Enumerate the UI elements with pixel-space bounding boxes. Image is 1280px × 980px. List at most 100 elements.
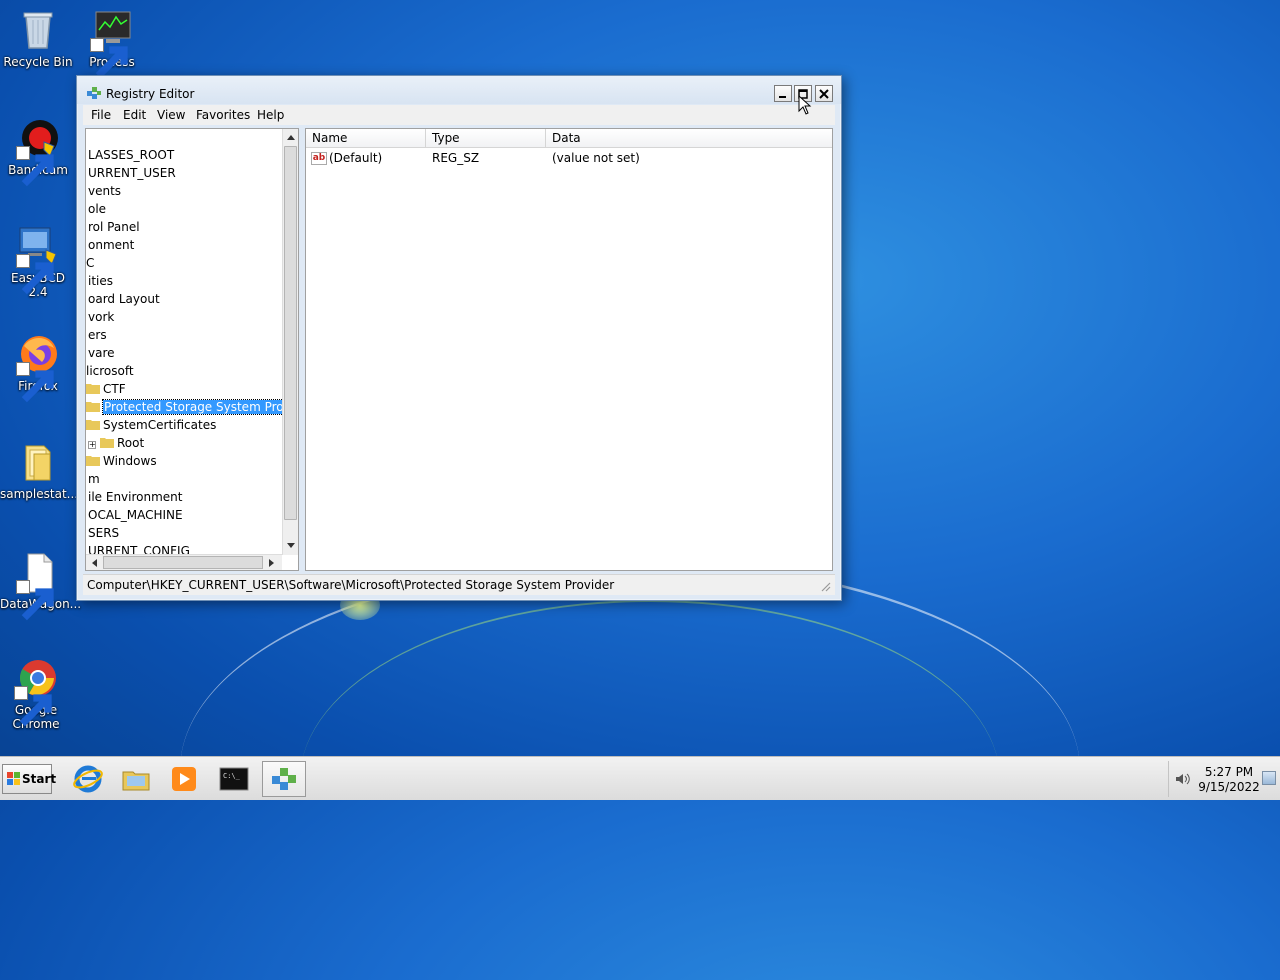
desktop-icon-label: Recycle Bin	[3, 55, 73, 69]
desktop-icon-chrome[interactable]: Google Chrome	[0, 656, 72, 731]
column-type[interactable]: Type	[426, 129, 546, 148]
chrome-icon	[14, 656, 58, 727]
tree-item[interactable]: vents	[88, 182, 121, 200]
close-button[interactable]	[815, 85, 833, 102]
tree-item-root[interactable]: + Root	[88, 434, 144, 452]
tree-vertical-scrollbar[interactable]	[282, 129, 298, 555]
shortcut-arrow-icon	[16, 580, 54, 621]
tree-item[interactable]: vare	[88, 344, 115, 362]
file-icon	[16, 550, 60, 621]
scroll-down-arrow-icon[interactable]	[283, 538, 298, 554]
monitor-icon	[90, 8, 134, 79]
system-clock[interactable]: 5:27 PM 9/15/2022	[1196, 765, 1262, 795]
scroll-thumb[interactable]	[284, 146, 297, 520]
show-desktop-button[interactable]	[1262, 771, 1276, 785]
desktop-icon-easybcd[interactable]: EasyBCD 2.4	[0, 224, 76, 299]
status-bar: Computer\HKEY_CURRENT_USER\Software\Micr…	[83, 574, 835, 595]
registry-editor-window[interactable]: Registry Editor File Edit View Favorites…	[76, 75, 842, 601]
folder-open-icon	[86, 402, 100, 412]
tree-item-windows[interactable]: Windows	[86, 452, 157, 470]
resize-grip-icon[interactable]	[819, 580, 831, 592]
minimize-icon	[779, 95, 786, 98]
media-player-icon	[172, 767, 196, 791]
list-header: Name Type Data	[306, 129, 832, 148]
tree-item[interactable]: LASSES_ROOT	[88, 146, 174, 164]
shortcut-arrow-icon	[14, 686, 52, 727]
desktop-icon-samplestat[interactable]: samplestat...	[0, 440, 78, 501]
menu-help[interactable]: Help	[257, 108, 284, 122]
menu-file[interactable]: File	[91, 108, 111, 122]
scroll-up-arrow-icon[interactable]	[283, 129, 298, 145]
windows-logo-icon	[7, 772, 20, 785]
tree-item[interactable]: vork	[88, 308, 114, 326]
menu-favorites[interactable]: Favorites	[196, 108, 250, 122]
tree-item-systemcertificates[interactable]: SystemCertificates	[86, 416, 216, 434]
title-bar[interactable]: Registry Editor	[77, 76, 841, 104]
table-row[interactable]: ab (Default) REG_SZ (value not set)	[306, 149, 832, 167]
tree-item[interactable]: URRENT_USER	[88, 164, 176, 182]
scroll-right-arrow-icon[interactable]	[264, 555, 280, 570]
menu-edit[interactable]: Edit	[123, 108, 146, 122]
mouse-cursor-icon	[798, 95, 812, 115]
internet-explorer-icon	[73, 765, 103, 793]
values-list[interactable]: Name Type Data ab (Default) REG_SZ (valu…	[305, 128, 833, 571]
registry-tree[interactable]: LASSES_ROOT URRENT_USER vents ole rol Pa…	[85, 128, 299, 571]
volume-icon[interactable]	[1174, 771, 1190, 787]
value-name: (Default)	[329, 151, 383, 165]
menu-view[interactable]: View	[157, 108, 185, 122]
shortcut-arrow-icon	[16, 362, 54, 403]
desktop-icon-recycle-bin[interactable]: Recycle Bin	[0, 8, 76, 69]
clock-date: 9/15/2022	[1198, 780, 1260, 794]
easybcd-icon	[16, 224, 60, 295]
svg-text:C:\_: C:\_	[223, 772, 241, 780]
value-type: REG_SZ	[432, 151, 480, 165]
tree-item[interactable]: rol Panel	[88, 218, 140, 236]
tree-item[interactable]: m	[88, 470, 100, 488]
expand-icon[interactable]: +	[88, 441, 96, 449]
taskbar-media-player[interactable]	[162, 761, 206, 797]
column-name[interactable]: Name	[306, 129, 426, 148]
start-button[interactable]: Start	[2, 764, 56, 794]
desktop-icon-datawagon[interactable]: DataWagon...	[0, 550, 81, 621]
string-value-icon: ab	[311, 152, 327, 165]
command-prompt-icon: C:\_	[219, 767, 249, 791]
tree-item[interactable]: C	[86, 254, 94, 272]
desktop-icon-process[interactable]: Process	[74, 8, 150, 79]
tree-item[interactable]: ers	[88, 326, 107, 344]
firefox-icon	[16, 332, 60, 403]
desktop-icon-firefox[interactable]: Firefox	[0, 332, 76, 403]
status-path: Computer\HKEY_CURRENT_USER\Software\Micr…	[87, 578, 615, 592]
desktop-icon-bandicam[interactable]: Bandicam	[0, 116, 76, 187]
window-title: Registry Editor	[106, 87, 195, 101]
clock-time: 5:27 PM	[1204, 765, 1254, 779]
tree-item[interactable]: oard Layout	[88, 290, 160, 308]
tree-item[interactable]: licrosoft	[86, 362, 134, 380]
tree-item[interactable]: OCAL_MACHINE	[88, 506, 183, 524]
taskbar-registry-editor[interactable]	[262, 761, 306, 797]
value-data: (value not set)	[552, 151, 640, 165]
tree-item-protected-storage[interactable]: Protected Storage System Provider	[86, 398, 298, 416]
tree-item[interactable]: ole	[88, 200, 106, 218]
tree-item[interactable]: ities	[88, 272, 113, 290]
tree-item-ctf[interactable]: CTF	[86, 380, 126, 398]
scroll-left-arrow-icon[interactable]	[86, 555, 102, 570]
minimize-button[interactable]	[774, 85, 792, 102]
taskbar-command-prompt[interactable]: C:\_	[212, 761, 256, 797]
column-data[interactable]: Data	[546, 129, 832, 148]
recycle-bin-icon	[16, 8, 60, 52]
bandicam-icon	[16, 116, 60, 187]
scroll-thumb[interactable]	[103, 556, 263, 569]
registry-editor-icon	[272, 768, 296, 790]
shortcut-arrow-icon	[16, 146, 54, 187]
menu-bar: File Edit View Favorites Help	[83, 105, 835, 125]
tree-item[interactable]: ile Environment	[88, 488, 183, 506]
tree-item[interactable]: SERS	[88, 524, 119, 542]
close-icon	[819, 88, 829, 99]
tree-item[interactable]: onment	[88, 236, 134, 254]
folder-icon	[100, 438, 114, 448]
taskbar-file-explorer[interactable]	[114, 761, 158, 797]
taskbar-internet-explorer[interactable]	[66, 761, 110, 797]
file-explorer-icon	[122, 771, 150, 791]
folder-icon	[16, 440, 60, 484]
tree-horizontal-scrollbar[interactable]	[86, 554, 282, 570]
